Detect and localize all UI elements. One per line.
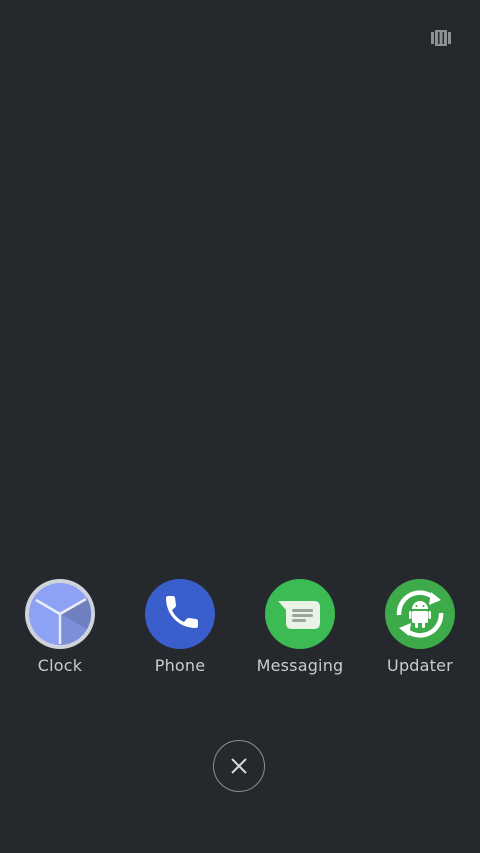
phone-icon: [144, 578, 216, 650]
app-label-phone: Phone: [154, 656, 206, 675]
app-clock[interactable]: Clock: [0, 576, 120, 686]
close-icon: [231, 758, 247, 774]
app-updater[interactable]: Updater: [360, 576, 480, 686]
updater-icon: [384, 578, 456, 650]
messaging-icon: [264, 578, 336, 650]
app-messaging[interactable]: Messaging: [240, 576, 360, 686]
app-drawer-screen: Clock Phone Messaging Updater: [0, 0, 480, 853]
close-button[interactable]: [213, 740, 265, 792]
app-label-updater: Updater: [387, 656, 453, 675]
app-label-messaging: Messaging: [256, 656, 344, 675]
recent-apps-row: Clock Phone Messaging Updater: [0, 576, 480, 686]
view-toggle-icon[interactable]: [431, 30, 451, 46]
app-phone[interactable]: Phone: [120, 576, 240, 686]
app-label-clock: Clock: [37, 656, 83, 675]
clock-icon: [24, 578, 96, 650]
